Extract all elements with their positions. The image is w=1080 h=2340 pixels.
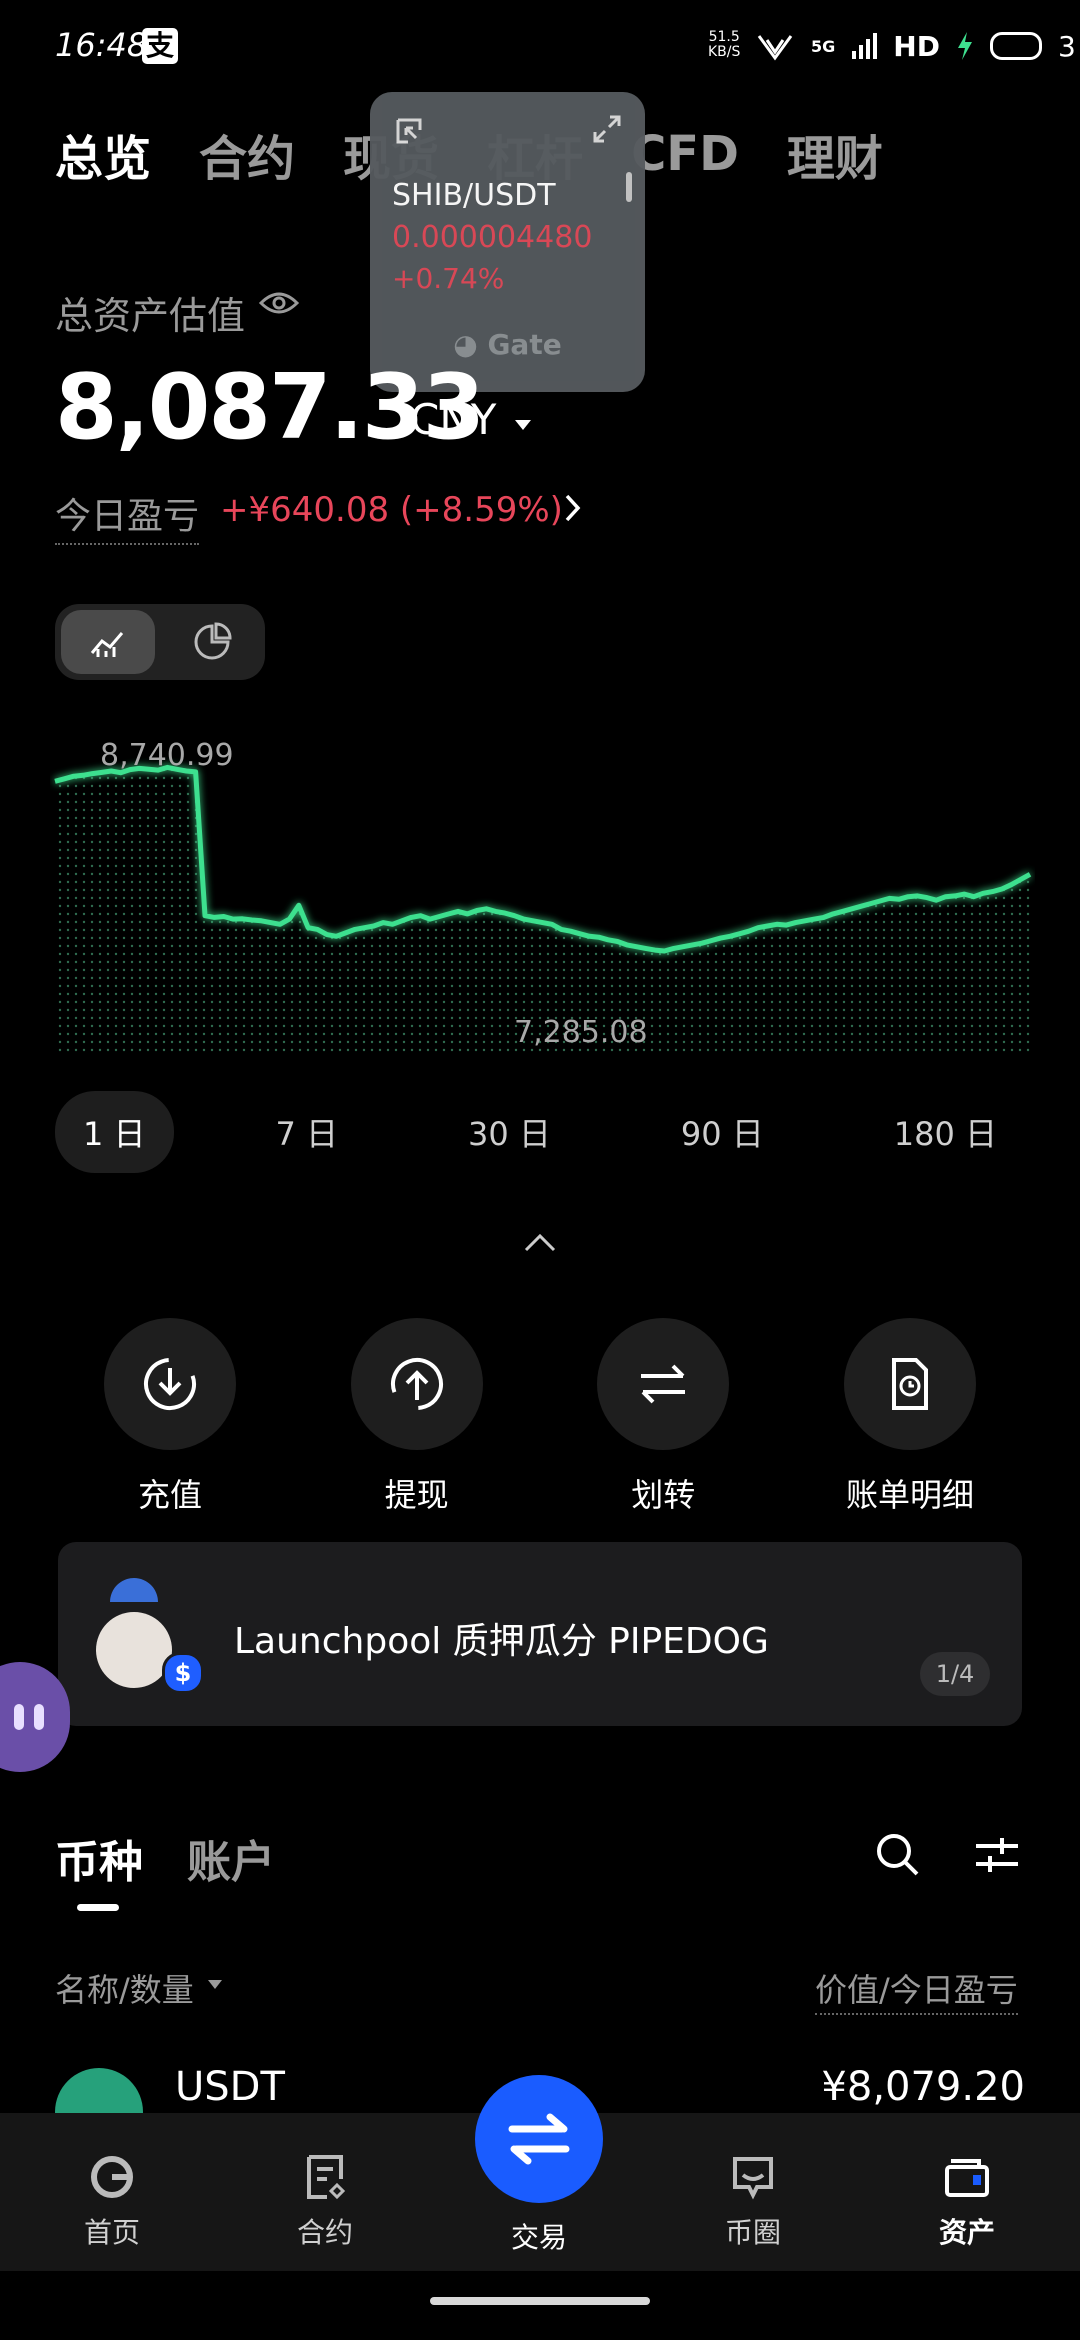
wifi-icon xyxy=(757,35,793,61)
eye-icon[interactable] xyxy=(258,288,300,318)
transfer-button[interactable]: 划转 xyxy=(563,1318,763,1516)
trade-label: 交易 xyxy=(510,2221,567,2254)
chart-max-label: 8,740.99 xyxy=(100,738,234,773)
caret-down-icon[interactable] xyxy=(515,420,531,430)
dollar-badge-icon: $ xyxy=(162,1652,204,1694)
withdraw-button[interactable]: 提现 xyxy=(317,1318,517,1516)
range-180d[interactable]: 180 日 xyxy=(866,1091,1025,1173)
hd-icon: HD xyxy=(893,29,940,63)
chart-view-toggle xyxy=(55,604,265,680)
transfer-label: 划转 xyxy=(631,1476,696,1514)
trade-button[interactable] xyxy=(475,2075,603,2203)
signal-icon: 5G xyxy=(811,36,836,56)
gate-logo-text: Gate xyxy=(487,328,562,361)
chevron-up-icon[interactable] xyxy=(522,1230,558,1254)
withdraw-label: 提现 xyxy=(384,1476,449,1514)
bubble-eye-right xyxy=(34,1704,44,1730)
time-range-selector: 1 日 7 日 30 日 90 日 180 日 xyxy=(55,1091,1025,1173)
nav-futures-label: 合约 xyxy=(296,2216,353,2249)
restore-window-icon[interactable] xyxy=(394,116,424,146)
home-indicator xyxy=(430,2297,650,2305)
alipay-notification-icon: 支 xyxy=(142,28,178,64)
network-speed-value: 51.5 xyxy=(708,29,740,45)
nav-community-label: 币圈 xyxy=(724,2216,781,2249)
active-tab-indicator xyxy=(77,1904,119,1911)
tab-cfd[interactable]: CFD xyxy=(631,126,739,182)
nav-assets-label: 资产 xyxy=(938,2216,995,2249)
asset-name[interactable]: USDT xyxy=(175,2064,285,2110)
deposit-icon xyxy=(104,1318,236,1450)
bubble-eye-left xyxy=(14,1704,24,1730)
expand-icon[interactable] xyxy=(592,114,622,144)
tab-accounts[interactable]: 账户 xyxy=(187,1826,275,1890)
community-icon xyxy=(733,2157,773,2200)
tab-coins[interactable]: 币种 xyxy=(55,1826,143,1890)
nav-home-label: 首页 xyxy=(83,2216,140,2249)
range-90d[interactable]: 90 日 xyxy=(653,1091,792,1173)
network-speed: 51.5 KB/S xyxy=(708,30,740,60)
transfer-icon xyxy=(597,1318,730,1450)
range-1d[interactable]: 1 日 xyxy=(55,1091,174,1173)
nav-futures[interactable]: 合约 xyxy=(255,2153,395,2251)
range-30d[interactable]: 30 日 xyxy=(440,1091,579,1173)
withdraw-icon xyxy=(350,1318,483,1450)
bill-icon xyxy=(843,1318,976,1450)
futures-icon xyxy=(307,2155,346,2200)
nav-assets[interactable]: 资产 xyxy=(897,2153,1037,2251)
today-pnl-value[interactable]: +¥640.08 (+8.59%) xyxy=(220,490,563,530)
nav-community[interactable]: 币圈 xyxy=(683,2153,823,2251)
ticker-price: 0.000004480 xyxy=(392,220,593,255)
deposit-button[interactable]: 充值 xyxy=(70,1318,270,1516)
asset-value[interactable]: ¥8,079.20 xyxy=(770,2064,1025,2110)
nav-home[interactable]: 首页 xyxy=(42,2153,182,2251)
bill-details-label: 账单明细 xyxy=(845,1476,974,1514)
tab-finance[interactable]: 理财 xyxy=(787,119,883,189)
chart-area-fill xyxy=(55,767,1030,1055)
banner-page-indicator: 1/4 xyxy=(920,1652,990,1696)
charging-icon xyxy=(957,32,972,60)
pie-chart-icon xyxy=(194,622,232,660)
ticker-pair: SHIB/USDT xyxy=(392,178,556,213)
tab-futures[interactable]: 合约 xyxy=(199,119,295,189)
deposit-label: 充值 xyxy=(137,1476,202,1514)
quick-actions: 充值 提现 划转 账单明细 xyxy=(70,1318,1010,1516)
bill-details-button[interactable]: 账单明细 xyxy=(810,1318,1010,1516)
battery-level: 3 xyxy=(1057,29,1076,63)
floating-ticker-window[interactable]: SHIB/USDT 0.000004480 +0.74% ◕ Gate xyxy=(370,92,645,392)
search-icon[interactable] xyxy=(873,1830,923,1880)
ticker-change: +0.74% xyxy=(392,262,505,295)
launchpool-banner[interactable]: $ Launchpool 质押瓜分 PIPEDOG 1/4 xyxy=(58,1542,1022,1726)
filter-settings-icon[interactable] xyxy=(972,1830,1022,1880)
status-time: 16:48 xyxy=(55,26,148,64)
banner-title: Launchpool 质押瓜分 PIPEDOG xyxy=(234,1621,769,1662)
sort-by-name[interactable]: 名称/数量 xyxy=(55,1965,194,2011)
total-assets-label: 总资产估值 xyxy=(55,294,246,338)
pie-chart-view-button[interactable] xyxy=(165,610,259,674)
network-speed-unit: KB/S xyxy=(708,44,741,60)
line-chart-view-button[interactable] xyxy=(61,610,155,674)
wallet-icon xyxy=(945,2159,989,2197)
chevron-right-icon[interactable] xyxy=(562,492,584,524)
floating-window-scrollbar xyxy=(626,172,632,202)
signal-bars-icon xyxy=(852,33,878,59)
range-7d[interactable]: 7 日 xyxy=(248,1091,367,1173)
chart-min-label: 7,285.08 xyxy=(514,1015,648,1050)
battery-icon xyxy=(989,32,1042,60)
swap-icon xyxy=(508,2113,570,2165)
sort-by-value[interactable]: 价值/今日盈亏 xyxy=(815,1965,1018,2015)
line-chart-icon xyxy=(90,632,124,657)
parachute-icon xyxy=(110,1578,158,1602)
pipedog-avatar xyxy=(96,1612,172,1688)
status-icons: 5G HD 3 xyxy=(755,24,1076,68)
tab-overview[interactable]: 总览 xyxy=(55,119,151,189)
sort-caret-icon[interactable] xyxy=(208,1980,222,1989)
today-pnl-label[interactable]: 今日盈亏 xyxy=(55,487,200,545)
status-bar: 16:48 支 51.5 KB/S 5G HD 3 xyxy=(0,0,1080,90)
currency-selector[interactable]: CNY xyxy=(410,395,496,444)
home-icon xyxy=(91,2156,133,2198)
